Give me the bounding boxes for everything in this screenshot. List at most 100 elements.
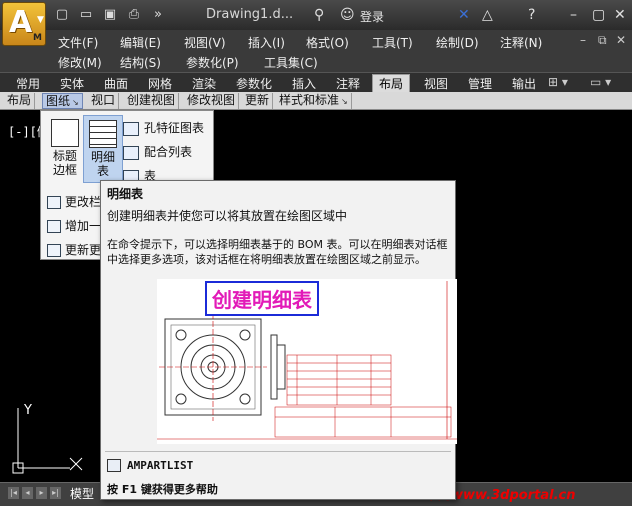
- tooltip-description: 创建明细表并使您可以将其放置在绘图区域中: [107, 209, 348, 223]
- add-item[interactable]: 增加一: [47, 217, 101, 234]
- tab-annotate[interactable]: 注释: [336, 75, 360, 92]
- parts-list-button[interactable]: 明细 表: [83, 115, 123, 183]
- fit-list-icon: [123, 145, 139, 160]
- tooltip-image-title: 创建明细表: [205, 281, 319, 316]
- next-tab-icon[interactable]: ▸: [36, 487, 47, 499]
- revision-icon: [47, 196, 61, 209]
- tab-surface[interactable]: 曲面: [104, 75, 128, 92]
- exchange-x-icon[interactable]: ✕: [458, 7, 470, 23]
- first-tab-icon[interactable]: |◂: [8, 487, 19, 499]
- panel-expand-icon: ↘: [341, 97, 348, 106]
- maximize-icon[interactable]: ▢: [592, 7, 605, 23]
- application-menu-button[interactable]: A M ▼: [2, 2, 46, 46]
- tab-parametric[interactable]: 参数化: [236, 75, 272, 92]
- help-icon[interactable]: ?: [528, 7, 535, 23]
- title-border-icon: [51, 119, 79, 147]
- tab-home[interactable]: 常用: [16, 75, 40, 92]
- tooltip-title: 明细表: [107, 187, 144, 201]
- document-title: Drawing1.d...: [206, 7, 294, 22]
- update-item[interactable]: 更新更: [47, 241, 101, 258]
- menu-draw[interactable]: 绘制(D): [436, 34, 479, 51]
- add-label: 增加一: [65, 219, 102, 233]
- update-label: 更新更: [65, 243, 102, 257]
- model-tab[interactable]: 模型: [70, 485, 94, 502]
- revision-item[interactable]: 更改栏: [47, 193, 101, 210]
- user-icon[interactable]: ☺: [340, 7, 355, 23]
- parts-list-tooltip: 明细表 创建明细表并使您可以将其放置在绘图区域中 在命令提示下，可以选择明细表基…: [100, 180, 457, 500]
- menu-modify[interactable]: 修改(M): [58, 54, 102, 71]
- menu-format[interactable]: 格式(O): [306, 34, 349, 51]
- panel-update[interactable]: 更新: [242, 93, 274, 109]
- title-border-button[interactable]: 标题 边框: [45, 115, 85, 183]
- panel-viewport[interactable]: 视口: [88, 93, 120, 109]
- menu-structure[interactable]: 结构(S): [120, 54, 161, 71]
- chevron-down-icon: ▼: [37, 15, 44, 25]
- panel-layout[interactable]: 布局: [4, 93, 36, 109]
- doc-close-icon[interactable]: ✕: [616, 33, 626, 47]
- parts-list-icon: [89, 120, 117, 148]
- menu-annotate[interactable]: 注释(N): [500, 34, 542, 51]
- tab-render[interactable]: 渲染: [192, 75, 216, 92]
- ucs-icon: Y: [12, 403, 83, 474]
- save-icon[interactable]: ▣: [102, 7, 118, 23]
- panel-styles-label: 样式和标准: [279, 93, 340, 107]
- close-icon[interactable]: ✕: [614, 7, 626, 23]
- binoculars-icon[interactable]: ⚲: [314, 7, 324, 23]
- revision-label: 更改栏: [65, 195, 102, 209]
- panel-sheet-label: 图纸: [46, 94, 71, 108]
- ribbon-toggle-icon[interactable]: ▭ ▾: [590, 75, 611, 89]
- last-tab-icon[interactable]: ▸|: [50, 487, 61, 499]
- panel-styles[interactable]: 样式和标准 ↘: [276, 93, 352, 109]
- panel-create-view[interactable]: 创建视图: [124, 93, 180, 109]
- menu-parametric[interactable]: 参数化(P): [186, 54, 239, 71]
- menu-view[interactable]: 视图(V): [184, 34, 226, 51]
- update-icon: [47, 244, 61, 257]
- ucs-y-label: Y: [23, 403, 32, 418]
- more-tools-icon[interactable]: »: [150, 7, 166, 23]
- title-border-label: 标题 边框: [52, 149, 77, 177]
- tooltip-help: 按 F1 键获得更多帮助: [107, 483, 218, 496]
- prev-tab-icon[interactable]: ◂: [22, 487, 33, 499]
- menu-bar: 文件(F) 编辑(E) 视图(V) 插入(I) 格式(O) 工具(T) 绘制(D…: [0, 30, 632, 72]
- hole-chart-icon: [123, 121, 139, 136]
- menu-file[interactable]: 文件(F): [58, 34, 98, 51]
- login-link[interactable]: 登录: [360, 8, 384, 25]
- tab-view[interactable]: 视图: [424, 75, 448, 92]
- panel-expand-icon: ↘: [72, 98, 79, 107]
- tooltip-detail: 在命令提示下，可以选择明细表基于的 BOM 表。可以在明细表对话框中选择更多选项…: [107, 238, 448, 266]
- minimize-icon[interactable]: –: [570, 7, 577, 23]
- app-logo-sub: M: [33, 33, 42, 43]
- add-icon: [47, 220, 61, 233]
- doc-restore-icon[interactable]: ⧉: [598, 33, 607, 48]
- tab-insert[interactable]: 插入: [292, 75, 316, 92]
- ribbon-tab-bar: 常用 实体 曲面 网格 渲染 参数化 插入 注释 布局 视图 管理 输出 ⊞ ▾…: [0, 72, 632, 92]
- panel-modify-view[interactable]: 修改视图: [184, 93, 240, 109]
- triangle-app-icon[interactable]: △: [482, 7, 493, 23]
- new-file-icon[interactable]: ▢: [54, 7, 70, 23]
- title-bar: A M ▼ ▢ ▭ ▣ ⎙ » Drawing1.d... ⚲ ☺ 登录 ✕ △…: [0, 0, 632, 46]
- menu-insert[interactable]: 插入(I): [248, 34, 285, 51]
- menu-toolset[interactable]: 工具集(C): [264, 54, 318, 71]
- tooltip-divider: [105, 451, 451, 452]
- tab-output[interactable]: 输出: [512, 75, 536, 92]
- panel-sheet[interactable]: 图纸 ↘: [42, 93, 83, 109]
- menu-tools[interactable]: 工具(T): [372, 34, 413, 51]
- menu-edit[interactable]: 编辑(E): [120, 34, 161, 51]
- doc-minimize-icon[interactable]: –: [580, 33, 586, 47]
- ribbon-panel-bar: 布局 图纸 ↘ 视口 创建视图 修改视图 更新 样式和标准 ↘: [0, 92, 632, 110]
- tab-solid[interactable]: 实体: [60, 75, 84, 92]
- hole-chart-item[interactable]: 孔特征图表: [123, 119, 204, 136]
- tab-manage[interactable]: 管理: [468, 75, 492, 92]
- app-logo-letter: A: [9, 5, 33, 40]
- tab-layout[interactable]: 布局: [372, 74, 411, 92]
- tab-mesh[interactable]: 网格: [148, 75, 172, 92]
- command-icon: [107, 459, 121, 472]
- fit-list-label: 配合列表: [144, 145, 193, 159]
- parts-list-label: 明细 表: [90, 150, 115, 178]
- open-folder-icon[interactable]: ▭: [78, 7, 94, 23]
- tooltip-command: AMPARTLIST: [127, 459, 194, 472]
- fit-list-item[interactable]: 配合列表: [123, 143, 192, 160]
- hole-chart-label: 孔特征图表: [144, 121, 205, 135]
- print-icon[interactable]: ⎙: [126, 7, 142, 23]
- tab-extra-icon[interactable]: ⊞ ▾: [548, 75, 568, 89]
